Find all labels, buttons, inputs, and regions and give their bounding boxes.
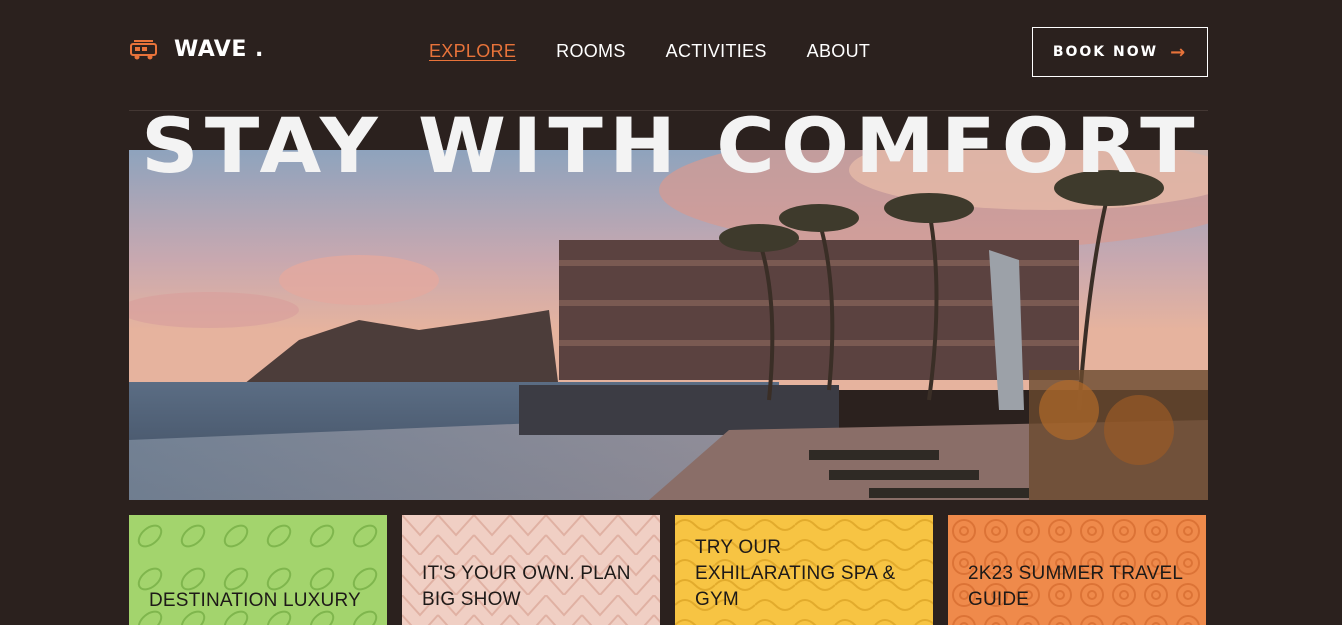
card-destination-luxury[interactable]: DESTINATION LUXURY — [129, 515, 387, 625]
card-label: DESTINATION LUXURY — [149, 590, 361, 611]
arrow-right-icon: → — [1170, 41, 1188, 63]
nav-item-activities[interactable]: ACTIVITIES — [666, 41, 767, 62]
card-summer-guide[interactable]: 2K23 SUMMER TRAVEL GUIDE — [948, 515, 1206, 625]
nav-item-explore[interactable]: EXPLORE — [429, 41, 516, 62]
card-label: TRY OUR EXHILARATING SPA & GYM — [695, 537, 896, 610]
book-now-button[interactable]: BOOK NOW → — [1032, 27, 1208, 77]
nav-item-rooms[interactable]: ROOMS — [556, 41, 626, 62]
card-plan-big-show[interactable]: IT'S YOUR OWN. PLAN BIG SHOW — [402, 515, 660, 625]
main-nav: EXPLORE ROOMS ACTIVITIES ABOUT — [429, 41, 910, 62]
book-now-label: BOOK NOW — [1052, 44, 1159, 60]
card-label: IT'S YOUR OWN. PLAN BIG SHOW — [422, 563, 631, 610]
site-header: WAVE . EXPLORE ROOMS ACTIVITIES ABOUT BO… — [129, 0, 1208, 111]
nav-item-about[interactable]: ABOUT — [807, 41, 871, 62]
feature-cards: DESTINATION LUXURY IT'S YOUR OWN. PLAN B… — [129, 515, 1206, 625]
hero-image — [129, 150, 1208, 500]
brand-name: WAVE . — [174, 37, 264, 62]
hero-title: STAY WITH COMFORT — [141, 101, 1201, 190]
brand-logo[interactable]: WAVE . — [129, 37, 264, 62]
card-label: 2K23 SUMMER TRAVEL GUIDE — [968, 563, 1183, 610]
card-spa-gym[interactable]: TRY OUR EXHILARATING SPA & GYM — [675, 515, 933, 625]
van-icon — [130, 39, 157, 59]
